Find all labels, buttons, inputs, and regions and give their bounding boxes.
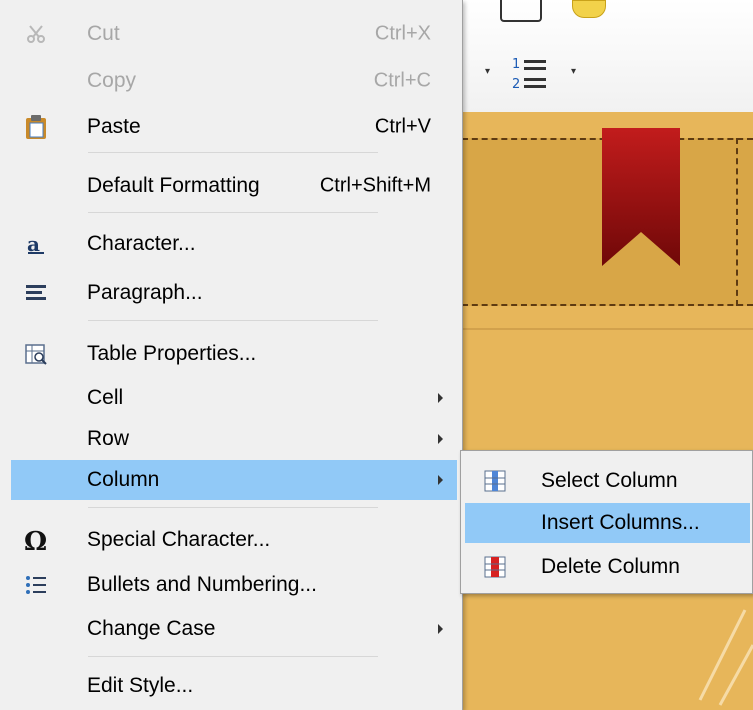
menu-item-label: Row [87,427,130,450]
paragraph-icon [23,280,49,306]
menu-item-shortcut: Ctrl+X [374,22,431,45]
menu-item-paragraph[interactable]: Paragraph... [11,273,457,313]
submenu-item-insert-columns[interactable]: Insert Columns... [465,503,750,543]
submenu-arrow-icon [438,475,443,485]
menu-item-default-formatting[interactable]: Default Formatting Ctrl+Shift+M [11,166,457,206]
character-icon: a [23,231,49,257]
dropdown-arrow-icon[interactable]: ▾ [571,66,576,77]
menu-separator [88,507,378,508]
bullets-icon [23,572,49,598]
menu-separator [88,152,378,153]
delete-column-icon [483,555,507,579]
context-menu: Cut Ctrl+X Copy Ctrl+C Paste Ctrl+V Defa… [0,0,463,710]
dropdown-arrow-icon[interactable]: ▾ [485,66,490,77]
submenu-item-label: Delete Column [541,555,680,578]
table-properties-icon [23,341,49,367]
menu-separator [88,212,378,213]
menu-item-label: Character... [87,232,196,255]
menu-item-label: Default Formatting [87,174,260,197]
submenu-item-select-column[interactable]: Select Column [465,461,750,501]
page-divider [462,328,753,330]
submenu-arrow-icon [438,434,443,444]
menu-item-label: Paste [87,115,141,138]
menu-item-label: Paragraph... [87,281,203,304]
omega-icon: Ω [23,527,49,553]
svg-text:2: 2 [512,77,520,92]
bookmark-ribbon-image [602,128,680,266]
menu-item-special-character[interactable]: Ω Special Character... [11,520,457,560]
menu-item-edit-style[interactable]: Edit Style... [11,666,457,706]
menu-item-label: Cell [87,386,124,409]
menu-item-table-properties[interactable]: Table Properties... [11,334,457,374]
menu-item-label: Cut [87,22,120,45]
menu-item-paste[interactable]: Paste Ctrl+V [11,107,457,147]
shape-icon[interactable] [500,0,542,22]
submenu-item-delete-column[interactable]: Delete Column [465,547,750,587]
numbered-list-icon[interactable]: 1 2 [506,54,562,94]
menu-item-label: Change Case [87,617,216,640]
menu-item-shortcut: Ctrl+Shift+M [319,174,431,197]
submenu-arrow-icon [438,393,443,403]
submenu-arrow-icon [438,624,443,634]
menu-item-column[interactable]: Column [11,460,457,500]
svg-text:1: 1 [512,57,520,72]
menu-item-change-case[interactable]: Change Case [11,609,457,649]
highlight-color-icon[interactable] [572,0,606,18]
table-border [736,138,738,306]
menu-item-label: Edit Style... [87,674,194,697]
menu-item-cut[interactable]: Cut Ctrl+X [11,14,457,54]
menu-item-label: Table Properties... [87,342,257,365]
cut-icon [23,21,49,47]
menu-separator [88,320,378,321]
menu-item-copy[interactable]: Copy Ctrl+C [11,61,457,101]
paste-icon [23,114,49,140]
submenu-item-label: Select Column [541,469,678,492]
menu-item-label: Copy [87,69,137,92]
select-column-icon [483,469,507,493]
menu-item-shortcut: Ctrl+C [373,69,431,92]
submenu-item-label: Insert Columns... [541,511,700,534]
menu-item-label: Column [87,468,160,491]
menu-item-cell[interactable]: Cell [11,378,457,418]
menu-item-label: Bullets and Numbering... [87,573,317,596]
menu-item-character[interactable]: a Character... [11,224,457,264]
svg-text:Ω: Ω [24,527,47,553]
column-submenu: Select Column Insert Columns... Delete C… [460,450,753,594]
menu-item-bullets-numbering[interactable]: Bullets and Numbering... [11,565,457,605]
menu-item-label: Special Character... [87,528,271,551]
menu-item-shortcut: Ctrl+V [374,115,431,138]
menu-item-row[interactable]: Row [11,419,457,459]
menu-separator [88,656,378,657]
